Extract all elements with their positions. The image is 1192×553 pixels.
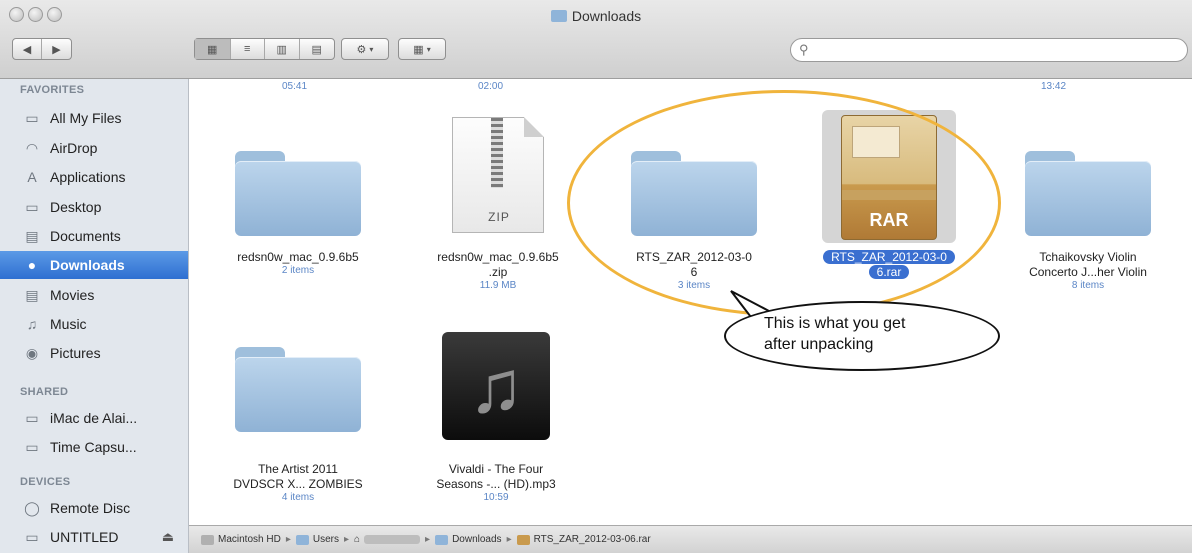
- item-detail: 8 items: [1071, 280, 1105, 291]
- file-name[interactable]: RTS_ZAR_2012-03-0 6: [599, 250, 789, 280]
- sidebar-item-applications[interactable]: A Applications: [0, 163, 188, 191]
- view-mode-buttons: ▦ ≡ ▥ ▤: [194, 38, 335, 60]
- file-name[interactable]: Vivaldi - The Four Seasons -... (HD).mp3: [401, 462, 591, 492]
- desktop-icon: ▭: [25, 198, 39, 215]
- path-item-users[interactable]: Users: [295, 534, 339, 545]
- back-button[interactable]: ◀: [13, 39, 43, 59]
- devices-header: DEVICES: [20, 476, 71, 488]
- path-separator-icon: ▸: [506, 534, 512, 545]
- sidebar-item-pictures[interactable]: ◉ Pictures: [0, 339, 188, 367]
- sidebar-item-airdrop[interactable]: ◠ AirDrop: [0, 134, 188, 162]
- path-separator-icon: ▸: [285, 534, 291, 545]
- list-view-icon: ≡: [244, 43, 251, 55]
- forward-button[interactable]: ▶: [42, 39, 71, 59]
- item-detail: 05:41: [282, 81, 308, 92]
- action-menu-button[interactable]: ⚙ ▾: [341, 38, 389, 60]
- zip-file-icon[interactable]: ZIP: [452, 117, 544, 233]
- home-icon: ⌂: [354, 534, 361, 545]
- path-item-macintosh-hd[interactable]: Macintosh HD: [201, 534, 281, 545]
- airdrop-icon: ◠: [25, 139, 39, 156]
- file-icon-view: 05:41 02:00 13:42 redsn0w_mac_0.9.6b5 2 …: [189, 79, 1192, 525]
- folder-icon[interactable]: [235, 151, 361, 236]
- item-detail: 02:00: [478, 81, 504, 92]
- applications-icon: A: [27, 169, 37, 185]
- column-view-icon: ▥: [276, 43, 287, 56]
- finder-window: Downloads ◀ ▶ ▦ ≡ ▥ ▤ ⚙ ▾ ▦ ▾ ⚲ FAVORITES …: [0, 0, 1192, 553]
- column-view-button[interactable]: ▥: [265, 39, 300, 59]
- item-detail: 4 items: [281, 492, 315, 503]
- redacted-username: [364, 535, 421, 544]
- path-item-downloads[interactable]: Downloads: [435, 534, 502, 545]
- path-item-home[interactable]: ⌂: [354, 534, 421, 545]
- path-separator-icon: ▸: [425, 534, 431, 545]
- rar-file-icon: [516, 534, 530, 545]
- forward-arrow-icon: ▶: [52, 43, 61, 56]
- sidebar-item-desktop[interactable]: ▭ Desktop: [0, 193, 188, 221]
- sidebar-item-downloads[interactable]: ● Downloads: [0, 251, 188, 279]
- sidebar-item-music[interactable]: ♫ Music: [0, 310, 188, 338]
- path-item-rar-file[interactable]: RTS_ZAR_2012-03-06.rar: [516, 534, 651, 545]
- file-name[interactable]: Tchaikovsky Violin Concerto J...her Violi…: [993, 250, 1183, 280]
- drive-icon: ▭: [25, 528, 39, 545]
- favorites-header: FAVORITES: [20, 84, 85, 96]
- all-files-icon: ▭: [25, 109, 39, 126]
- item-detail: 11.9 MB: [479, 280, 517, 291]
- sidebar-item-movies[interactable]: ▤ Movies: [0, 281, 188, 309]
- sidebar-item-all-my-files[interactable]: ▭ All My Files: [0, 104, 188, 132]
- sidebar-item-documents[interactable]: ▤ Documents: [0, 222, 188, 250]
- back-forward-buttons: ◀ ▶: [12, 38, 72, 60]
- title-bar: Downloads ◀ ▶ ▦ ≡ ▥ ▤ ⚙ ▾ ▦ ▾ ⚲: [0, 0, 1192, 79]
- arrange-menu-button[interactable]: ▦ ▾: [398, 38, 446, 60]
- path-separator-icon: ▸: [343, 534, 349, 545]
- item-detail: 2 items: [281, 265, 315, 276]
- coverflow-icon: ▤: [311, 43, 322, 56]
- pictures-icon: ◉: [25, 344, 39, 361]
- file-name-selected[interactable]: RTS_ZAR_2012-03-0 6.rar: [794, 250, 984, 280]
- path-bar: Macintosh HD ▸ Users ▸ ⌂ ▸ Downloads ▸ R…: [189, 525, 1192, 553]
- folder-icon: [550, 10, 567, 22]
- music-icon: ♫: [26, 316, 38, 332]
- search-icon: ⚲: [799, 42, 809, 57]
- sidebar-item-untitled[interactable]: ▭ UNTITLED ⏏: [0, 523, 188, 551]
- coverflow-view-button[interactable]: ▤: [300, 39, 335, 59]
- item-detail: 10:59: [483, 492, 509, 503]
- folder-icon[interactable]: [1025, 151, 1151, 236]
- sidebar-item-imac[interactable]: ▭ iMac de Alai...: [0, 404, 188, 432]
- gear-icon: ⚙: [356, 43, 367, 56]
- imac-icon: ▭: [25, 409, 39, 426]
- icon-view-icon: ▦: [207, 43, 218, 56]
- time-capsule-icon: ▭: [25, 438, 39, 455]
- music-note-icon[interactable]: ♫: [442, 332, 550, 440]
- chevron-down-icon: ▾: [426, 44, 431, 54]
- file-name[interactable]: redsn0w_mac_0.9.6b5 .zip: [403, 250, 593, 280]
- arrange-icon: ▦: [413, 43, 424, 56]
- folder-icon[interactable]: [235, 347, 361, 432]
- folder-icon: [435, 534, 449, 545]
- file-name[interactable]: redsn0w_mac_0.9.6b5: [203, 250, 393, 265]
- back-arrow-icon: ◀: [22, 43, 32, 56]
- sidebar-item-time-capsule[interactable]: ▭ Time Capsu...: [0, 433, 188, 461]
- downloads-icon: ●: [27, 257, 37, 273]
- documents-icon: ▤: [25, 227, 39, 244]
- sidebar: FAVORITES ▭ All My Files ◠ AirDrop A Applic…: [0, 79, 189, 553]
- window-title: Downloads: [0, 8, 1192, 24]
- hard-drive-icon: [201, 534, 214, 545]
- annotation-text: This is what you get after unpacking: [764, 315, 906, 353]
- movies-icon: ▤: [25, 286, 39, 303]
- shared-header: SHARED: [20, 386, 69, 398]
- rar-archive-icon[interactable]: RAR: [841, 115, 937, 240]
- sidebar-item-remote-disc[interactable]: ◯ Remote Disc: [0, 494, 188, 522]
- folder-icon[interactable]: [631, 151, 757, 236]
- folder-icon: [295, 534, 309, 545]
- item-detail: 13:42: [1041, 81, 1067, 92]
- icon-view-button[interactable]: ▦: [195, 39, 231, 59]
- search-field[interactable]: ⚲: [790, 38, 1188, 62]
- list-view-button[interactable]: ≡: [231, 39, 265, 59]
- file-name[interactable]: The Artist 2011 DVDSCR X... ZOMBIES: [203, 462, 393, 492]
- chevron-down-icon: ▾: [369, 44, 374, 54]
- eject-icon[interactable]: ⏏: [162, 529, 174, 545]
- remote-disc-icon: ◯: [24, 499, 40, 516]
